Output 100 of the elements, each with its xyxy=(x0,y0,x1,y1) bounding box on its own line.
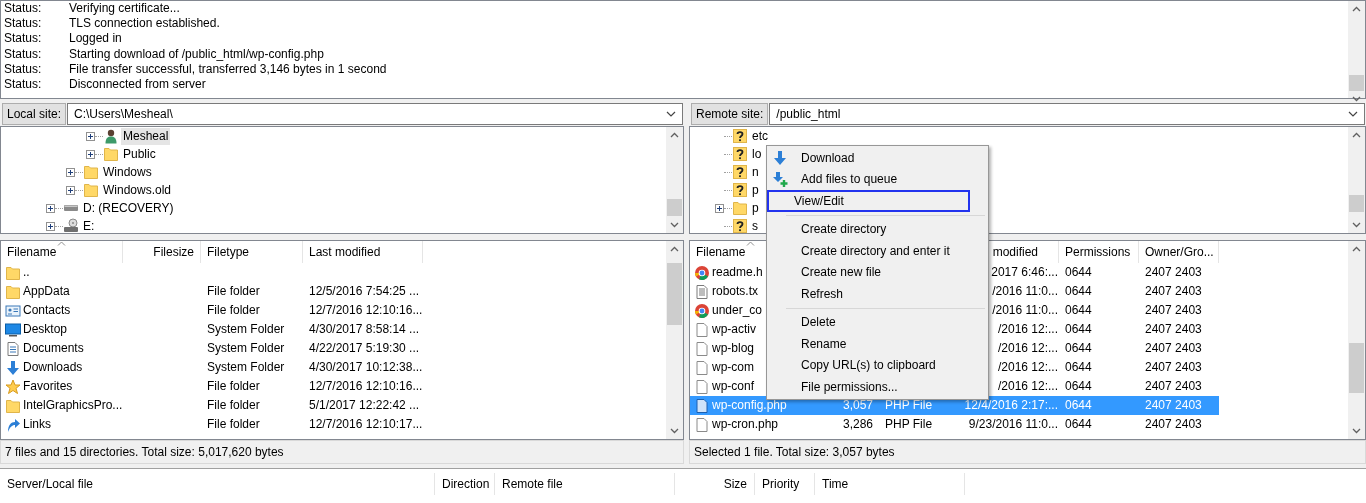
file-name[interactable]: wp-blog xyxy=(712,339,755,358)
menu-item[interactable]: Delete xyxy=(767,311,970,333)
file-name[interactable]: wp-conf xyxy=(712,377,755,396)
file-name[interactable]: readme.h xyxy=(712,263,763,282)
contacts-icon xyxy=(5,302,21,319)
file-name[interactable]: under_co xyxy=(712,301,763,320)
file-name: IntelGraphicsPro... xyxy=(23,397,123,414)
scroll-thumb[interactable] xyxy=(1349,343,1364,393)
dropdown-icon[interactable] xyxy=(1348,111,1358,117)
menu-item[interactable]: Download xyxy=(767,147,970,169)
column-header[interactable]: Owner/Gro... xyxy=(1145,245,1214,259)
menu-item[interactable]: View/Edit xyxy=(767,190,970,212)
log-message: File transfer successful, transferred 3,146 bytes in 1 second xyxy=(69,61,387,77)
expand-icon[interactable] xyxy=(715,203,724,213)
tree-item[interactable]: Windows xyxy=(101,163,154,181)
table-cell-text: 2407 2403 xyxy=(1145,378,1202,395)
scroll-down-icon[interactable] xyxy=(670,428,679,434)
table-cell-text: File folder xyxy=(207,397,260,414)
scroll-up-icon[interactable] xyxy=(1352,132,1361,138)
scroll-down-icon[interactable] xyxy=(1352,96,1361,102)
file-name: Downloads xyxy=(23,359,83,376)
column-header[interactable]: Filetype xyxy=(207,245,250,259)
tree-item[interactable]: s xyxy=(750,217,760,233)
menu-item[interactable]: Copy URL(s) to clipboard xyxy=(767,354,970,376)
menu-item[interactable]: Rename xyxy=(767,333,970,355)
table-cell-text: 9/23/2016 11:0... xyxy=(968,416,1058,433)
table-cell-text: 2407 2403 xyxy=(1145,416,1202,433)
menu-item[interactable]: Create directory and enter it xyxy=(767,240,970,262)
column-header[interactable]: Priority xyxy=(762,477,800,491)
tree-item[interactable]: etc xyxy=(750,127,770,145)
scroll-down-icon[interactable] xyxy=(1352,222,1361,228)
scroll-thumb[interactable] xyxy=(667,263,682,325)
table-cell-text: /2016 12:... xyxy=(997,340,1058,357)
scroll-thumb[interactable] xyxy=(1349,195,1364,212)
menu-item[interactable]: Create new file xyxy=(767,261,970,283)
tree-item[interactable]: p xyxy=(750,181,761,199)
file-name: Desktop xyxy=(23,321,68,338)
column-header[interactable]: Server/Local file xyxy=(7,477,94,491)
menu-item[interactable]: Create directory xyxy=(767,218,970,240)
table-cell-text: 2407 2403 xyxy=(1145,302,1202,319)
scroll-up-icon[interactable] xyxy=(670,132,679,138)
table-cell-text: /2016 11:0... xyxy=(992,302,1058,319)
menu-item[interactable]: Refresh xyxy=(767,283,970,305)
scroll-down-icon[interactable] xyxy=(670,222,679,228)
file-name: Documents xyxy=(23,340,84,357)
column-header[interactable]: Remote file xyxy=(502,477,563,491)
table-cell-text: PHP File xyxy=(885,416,933,433)
column-header[interactable]: Permissions xyxy=(1065,245,1131,259)
tree-item[interactable]: p xyxy=(750,199,761,217)
scroll-up-icon[interactable] xyxy=(1352,246,1361,252)
tree-item[interactable]: n xyxy=(750,163,761,181)
scroll-thumb[interactable] xyxy=(667,199,682,216)
tree-item[interactable]: Windows.old xyxy=(101,181,174,199)
column-header[interactable]: Last modified xyxy=(309,245,381,259)
column-header[interactable]: Time xyxy=(822,477,849,491)
file-name[interactable]: robots.tx xyxy=(712,282,759,301)
table-cell-text: 0644 xyxy=(1065,340,1092,357)
expand-icon[interactable] xyxy=(66,185,75,195)
table-cell-text: 0644 xyxy=(1065,397,1092,414)
menu-item[interactable]: File permissions... xyxy=(767,376,970,398)
table-cell-text: 0644 xyxy=(1065,302,1092,319)
scroll-down-icon[interactable] xyxy=(1352,428,1361,434)
expand-icon[interactable] xyxy=(86,149,95,159)
scroll-up-icon[interactable] xyxy=(1352,6,1361,12)
column-header[interactable]: Direction xyxy=(442,477,490,491)
path-combobox[interactable]: /public_html xyxy=(769,103,1365,125)
scroll-thumb[interactable] xyxy=(1349,75,1364,91)
column-header[interactable]: Filename xyxy=(696,245,746,259)
tree-item[interactable]: Public xyxy=(121,145,158,163)
log-type: Status: xyxy=(3,76,43,93)
question-icon xyxy=(732,128,748,144)
column-header[interactable]: Filename xyxy=(7,245,57,259)
tree-item[interactable]: D: (RECOVERY) xyxy=(81,199,176,217)
path-combobox[interactable]: C:\Users\Mesheal\ xyxy=(67,103,683,125)
log-message: Logged in xyxy=(69,31,122,47)
expand-icon[interactable] xyxy=(66,167,75,177)
tree-item[interactable]: E: xyxy=(81,217,97,233)
column-header[interactable]: Filesize xyxy=(153,245,194,259)
file-name[interactable]: wp-cron.php xyxy=(712,415,779,434)
tree-item[interactable]: lo xyxy=(750,145,764,163)
expand-icon[interactable] xyxy=(46,221,55,231)
status-text: 7 files and 15 directories. Total size: 5,017,620 bytes xyxy=(0,440,684,464)
log-type: Status: xyxy=(3,16,43,32)
folder-icon xyxy=(83,164,99,180)
file-name[interactable]: wp-com xyxy=(712,358,754,377)
column-header[interactable]: Size xyxy=(723,477,747,491)
dropdown-icon[interactable] xyxy=(666,111,676,117)
tree-item[interactable]: Mesheal xyxy=(121,127,171,145)
table-cell-text: 2407 2403 xyxy=(1145,340,1202,357)
file-icon xyxy=(694,340,710,357)
expand-icon[interactable] xyxy=(46,203,55,213)
menu-item[interactable]: Add files to queue xyxy=(767,168,970,190)
column-header[interactable]: modified xyxy=(992,245,1038,259)
add-to-queue-icon xyxy=(773,171,789,188)
browser-icon xyxy=(694,264,710,281)
expand-icon[interactable] xyxy=(86,131,95,141)
star-icon xyxy=(5,378,21,395)
file-name[interactable]: wp-activ xyxy=(712,320,756,339)
log-type: Status: xyxy=(3,46,43,62)
scroll-up-icon[interactable] xyxy=(670,246,679,252)
